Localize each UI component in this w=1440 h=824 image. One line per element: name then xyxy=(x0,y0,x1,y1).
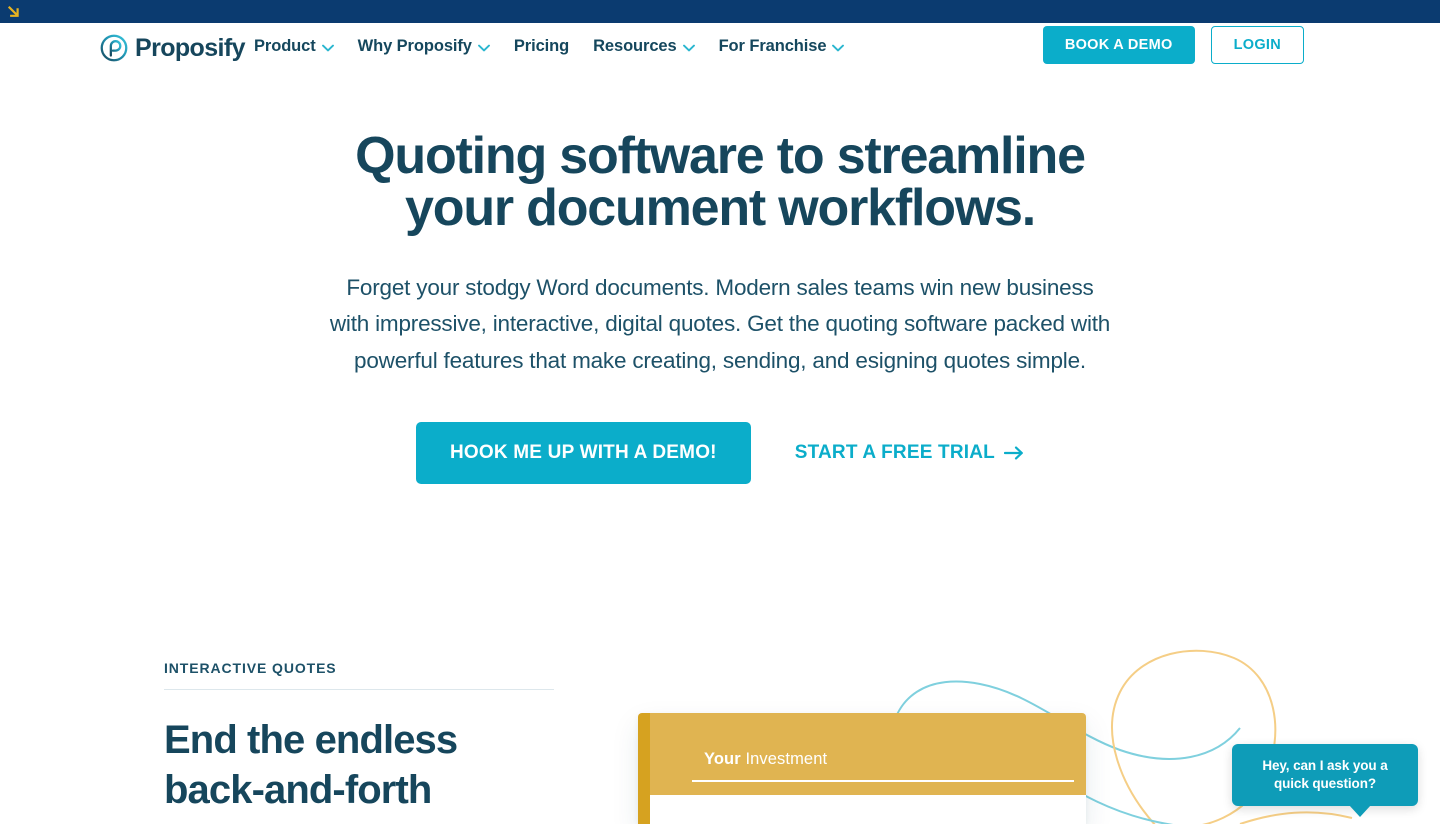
nav-item-why-proposify[interactable]: Why Proposify xyxy=(358,37,490,56)
nav-item-for-franchise[interactable]: For Franchise xyxy=(719,37,845,56)
document-card-spine xyxy=(638,713,650,824)
arrow-down-right-icon xyxy=(7,5,19,17)
main-navigation: Product Why Proposify Pricing Resources xyxy=(254,37,845,56)
nav-item-product-label: Product xyxy=(254,37,316,55)
feature-divider xyxy=(164,689,554,690)
nav-item-product[interactable]: Product xyxy=(254,37,334,56)
feature-title-line-1: End the endless xyxy=(164,718,458,762)
site-header: Proposify Product Why Proposify Pricing … xyxy=(0,23,1440,95)
chevron-down-icon xyxy=(832,44,845,51)
hero-title: Quoting software to streamline your docu… xyxy=(320,130,1120,234)
feature-title: End the endless back-and-forth xyxy=(164,716,564,815)
chat-widget-message: Hey, can I ask you a quick question? xyxy=(1262,758,1388,791)
document-card-header: Your Investment xyxy=(650,713,1086,795)
chevron-down-icon xyxy=(321,44,334,51)
start-free-trial-label: START A FREE TRIAL xyxy=(794,442,995,464)
chat-widget-bubble[interactable]: Hey, can I ask you a quick question? xyxy=(1232,744,1418,817)
hero-section: Quoting software to streamline your docu… xyxy=(0,130,1440,485)
document-card: Your Investment xyxy=(638,713,1086,824)
login-button[interactable]: LOGIN xyxy=(1210,26,1304,64)
document-card-title-bold: Your xyxy=(704,750,741,768)
chat-widget-tail xyxy=(1349,804,1371,817)
hero-title-line-1: Quoting software to streamline xyxy=(355,127,1086,185)
hero-title-line-2: your document workflows. xyxy=(405,179,1036,237)
arrow-right-icon xyxy=(1004,446,1023,460)
logo-wordmark: Proposify xyxy=(135,33,246,62)
nav-item-why-proposify-label: Why Proposify xyxy=(357,37,472,55)
document-card-body xyxy=(650,795,1086,824)
hook-me-up-demo-button[interactable]: HOOK ME UP WITH A DEMO! xyxy=(415,422,751,485)
chevron-down-icon xyxy=(477,44,490,51)
nav-item-pricing[interactable]: Pricing xyxy=(514,37,569,56)
hero-cta-group: HOOK ME UP WITH A DEMO! START A FREE TRI… xyxy=(0,422,1440,485)
document-card-underline xyxy=(692,780,1074,782)
feature-section: INTERACTIVE QUOTES End the endless back-… xyxy=(164,660,564,815)
book-a-demo-button[interactable]: BOOK A DEMO xyxy=(1042,26,1195,64)
nav-item-pricing-label: Pricing xyxy=(513,37,570,55)
chevron-down-icon xyxy=(682,44,695,51)
document-card-title: Your Investment xyxy=(704,750,1061,769)
document-card-title-regular: Investment xyxy=(740,750,828,768)
header-actions: BOOK A DEMO LOGIN xyxy=(1042,26,1304,64)
start-free-trial-link[interactable]: START A FREE TRIAL xyxy=(795,442,1024,464)
logo-link[interactable]: Proposify xyxy=(100,33,246,62)
feature-title-line-2: back-and-forth xyxy=(164,767,432,812)
feature-eyebrow: INTERACTIVE QUOTES xyxy=(164,660,337,676)
nav-item-resources-label: Resources xyxy=(593,37,677,55)
page-root: Proposify Product Why Proposify Pricing … xyxy=(0,0,1440,824)
announcement-bar[interactable] xyxy=(0,0,1440,23)
nav-item-resources[interactable]: Resources xyxy=(593,37,695,56)
hero-subtitle: Forget your stodgy Word documents. Moder… xyxy=(329,275,1111,373)
proposify-spiral-p-icon xyxy=(100,34,128,62)
nav-item-for-franchise-label: For Franchise xyxy=(718,37,827,55)
